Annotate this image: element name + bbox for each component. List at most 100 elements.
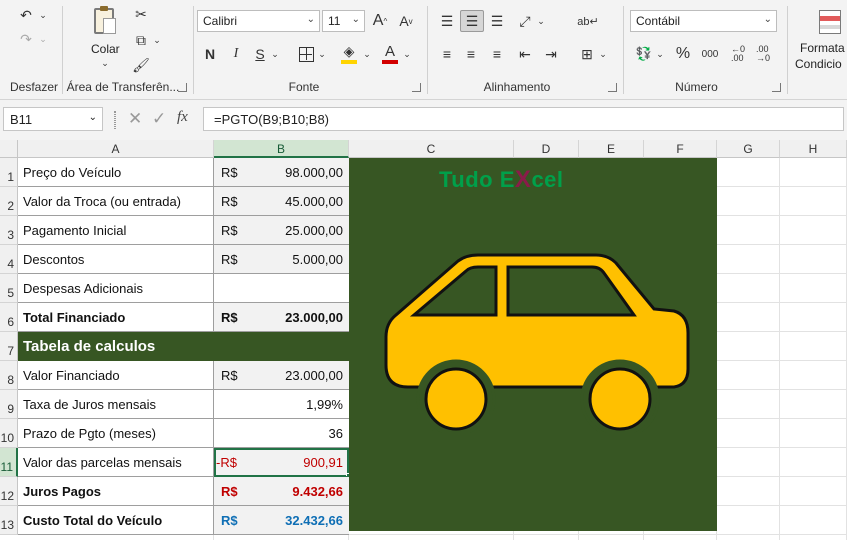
cell-a13[interactable]: Custo Total do Veículo — [18, 506, 214, 535]
bold-button[interactable]: N — [200, 43, 220, 65]
name-box[interactable]: B11 ⌄ — [3, 107, 103, 131]
cell-a11[interactable]: Valor das parcelas mensais — [18, 448, 214, 477]
cell-a9[interactable]: Taxa de Juros mensais — [18, 390, 214, 419]
cell-a4[interactable]: Descontos — [18, 245, 214, 274]
align-top-icon[interactable]: ☰ — [436, 10, 458, 32]
cell-b13[interactable]: R$ 32.432,66 — [214, 506, 349, 535]
worksheet-grid[interactable]: ABCDEFGH 1 2 3 4 5 6 7 8 9 10 11 12 13 Tudo EXcel Pr… — [0, 140, 847, 540]
undo-icon[interactable]: ↶ — [14, 4, 38, 26]
row-header-7[interactable]: 7 — [0, 332, 18, 361]
undo-dropdown-icon[interactable]: ⌄ — [38, 6, 48, 24]
percent-button[interactable]: % — [672, 43, 694, 65]
merge-center-icon[interactable]: ⊞ — [576, 43, 598, 65]
copy-dropdown-icon[interactable]: ⌄ — [152, 32, 162, 48]
cell-a3[interactable]: Pagamento Inicial — [18, 216, 214, 245]
cell-a2[interactable]: Valor da Troca (ou entrada) — [18, 187, 214, 216]
alignment-launcher-icon[interactable] — [608, 83, 617, 92]
decrease-indent-icon[interactable]: ⇤ — [514, 43, 536, 65]
number-launcher-icon[interactable] — [772, 83, 781, 92]
format-painter-icon[interactable]: 🖌 — [131, 55, 151, 75]
accounting-format-icon[interactable]: 💱 — [633, 43, 655, 65]
cell-b9[interactable]: 1,99% — [214, 390, 349, 419]
shrink-font-icon[interactable]: Av — [396, 10, 416, 32]
row-header-10[interactable]: 10 — [0, 419, 18, 448]
borders-icon[interactable] — [296, 43, 316, 65]
align-bottom-icon[interactable]: ☰ — [486, 10, 508, 32]
underline-dropdown-icon[interactable]: ⌄ — [270, 45, 280, 63]
column-header-b[interactable]: B — [214, 140, 349, 158]
fill-color-dropdown-icon[interactable]: ⌄ — [362, 45, 372, 63]
column-header-c[interactable]: C — [349, 140, 514, 158]
cell-b10[interactable]: 36 — [214, 419, 349, 448]
font-name-dropdown[interactable]: Calibri ⌄ — [197, 10, 320, 32]
cell-a8[interactable]: Valor Financiado — [18, 361, 214, 390]
font-size-dropdown[interactable]: 11 ⌄ — [322, 10, 365, 32]
copy-icon[interactable]: ⧉ — [131, 30, 151, 50]
column-header-d[interactable]: D — [514, 140, 579, 158]
accounting-dropdown-icon[interactable]: ⌄ — [655, 45, 665, 63]
cell-a10[interactable]: Prazo de Pgto (meses) — [18, 419, 214, 448]
thousands-separator-button[interactable]: 000 — [698, 43, 722, 65]
fill-handle[interactable] — [346, 473, 349, 476]
formula-input[interactable]: =PGTO(B9;B10;B8) — [203, 107, 844, 131]
cell-a5[interactable]: Despesas Adicionais — [18, 274, 214, 303]
font-color-dropdown-icon[interactable]: ⌄ — [402, 45, 412, 63]
row-header-12[interactable]: 12 — [0, 477, 18, 506]
align-left-icon[interactable]: ≡ — [436, 43, 458, 65]
row-header-6[interactable]: 6 — [0, 303, 18, 332]
cell-b5[interactable] — [214, 274, 349, 303]
column-header-g[interactable]: G — [717, 140, 780, 158]
cell-b8[interactable]: R$ 23.000,00 — [214, 361, 349, 390]
paste-button[interactable]: Colar ⌄ — [86, 6, 126, 72]
column-header-f[interactable]: F — [644, 140, 717, 158]
cell-a12[interactable]: Juros Pagos — [18, 477, 214, 506]
align-right-icon[interactable]: ≡ — [486, 43, 508, 65]
increase-indent-icon[interactable]: ⇥ — [540, 43, 562, 65]
row-header-9[interactable]: 9 — [0, 390, 18, 419]
column-header-a[interactable]: A — [18, 140, 214, 158]
cell-b3[interactable]: R$ 25.000,00 — [214, 216, 349, 245]
cell-b12[interactable]: R$ 9.432,66 — [214, 477, 349, 506]
row-header-2[interactable]: 2 — [0, 187, 18, 216]
column-header-h[interactable]: H — [780, 140, 847, 158]
column-header-e[interactable]: E — [579, 140, 644, 158]
orientation-icon[interactable]: ⤢ — [514, 10, 536, 32]
enter-icon[interactable]: ✓ — [152, 109, 166, 129]
row-header-8[interactable]: 8 — [0, 361, 18, 390]
cell-a7-header[interactable]: Tabela de calculos — [18, 332, 349, 361]
row-header-1[interactable]: 1 — [0, 158, 18, 187]
align-center-icon[interactable]: ≡ — [460, 43, 482, 65]
insert-function-icon[interactable]: fx — [177, 109, 188, 126]
font-launcher-icon[interactable] — [412, 83, 421, 92]
row-header-3[interactable]: 3 — [0, 216, 18, 245]
number-format-dropdown[interactable]: Contábil ⌄ — [630, 10, 777, 32]
cut-icon[interactable]: ✂ — [131, 4, 151, 24]
row-header-13[interactable]: 13 — [0, 506, 18, 535]
redo-icon[interactable]: ↷ — [14, 28, 38, 50]
row-header-11[interactable]: 11 — [0, 448, 18, 477]
decrease-decimal-icon[interactable]: .00 →0 — [752, 43, 774, 65]
cell-b2[interactable]: R$ 45.000,00 — [214, 187, 349, 216]
redo-dropdown-icon[interactable]: ⌄ — [38, 30, 48, 48]
select-all-corner[interactable] — [0, 140, 18, 158]
align-middle-icon[interactable]: ☰ — [460, 10, 484, 32]
orientation-dropdown-icon[interactable]: ⌄ — [536, 12, 546, 30]
fill-color-icon[interactable]: ◈ — [339, 42, 359, 66]
underline-button[interactable]: S — [250, 43, 270, 65]
cell-b11[interactable]: -R$ 900,91 — [214, 448, 349, 477]
italic-button[interactable]: I — [226, 43, 246, 65]
row-header-5[interactable]: 5 — [0, 274, 18, 303]
font-color-icon[interactable]: A — [380, 42, 400, 66]
conditional-formatting-button[interactable]: Formata Condicio — [792, 6, 847, 76]
merge-dropdown-icon[interactable]: ⌄ — [598, 45, 608, 63]
row-header-4[interactable]: 4 — [0, 245, 18, 274]
wrap-text-icon[interactable]: ab↵ — [576, 10, 600, 32]
cell-a6[interactable]: Total Financiado — [18, 303, 214, 332]
increase-decimal-icon[interactable]: ←0.00 — [727, 43, 749, 65]
cell-b1[interactable]: R$ 98.000,00 — [214, 158, 349, 187]
borders-dropdown-icon[interactable]: ⌄ — [317, 45, 327, 63]
clipboard-launcher-icon[interactable] — [178, 83, 187, 92]
cancel-icon[interactable]: ✕ — [128, 109, 142, 129]
cell-b6[interactable]: R$ 23.000,00 — [214, 303, 349, 332]
cell-a1[interactable]: Preço do Veículo — [18, 158, 214, 187]
